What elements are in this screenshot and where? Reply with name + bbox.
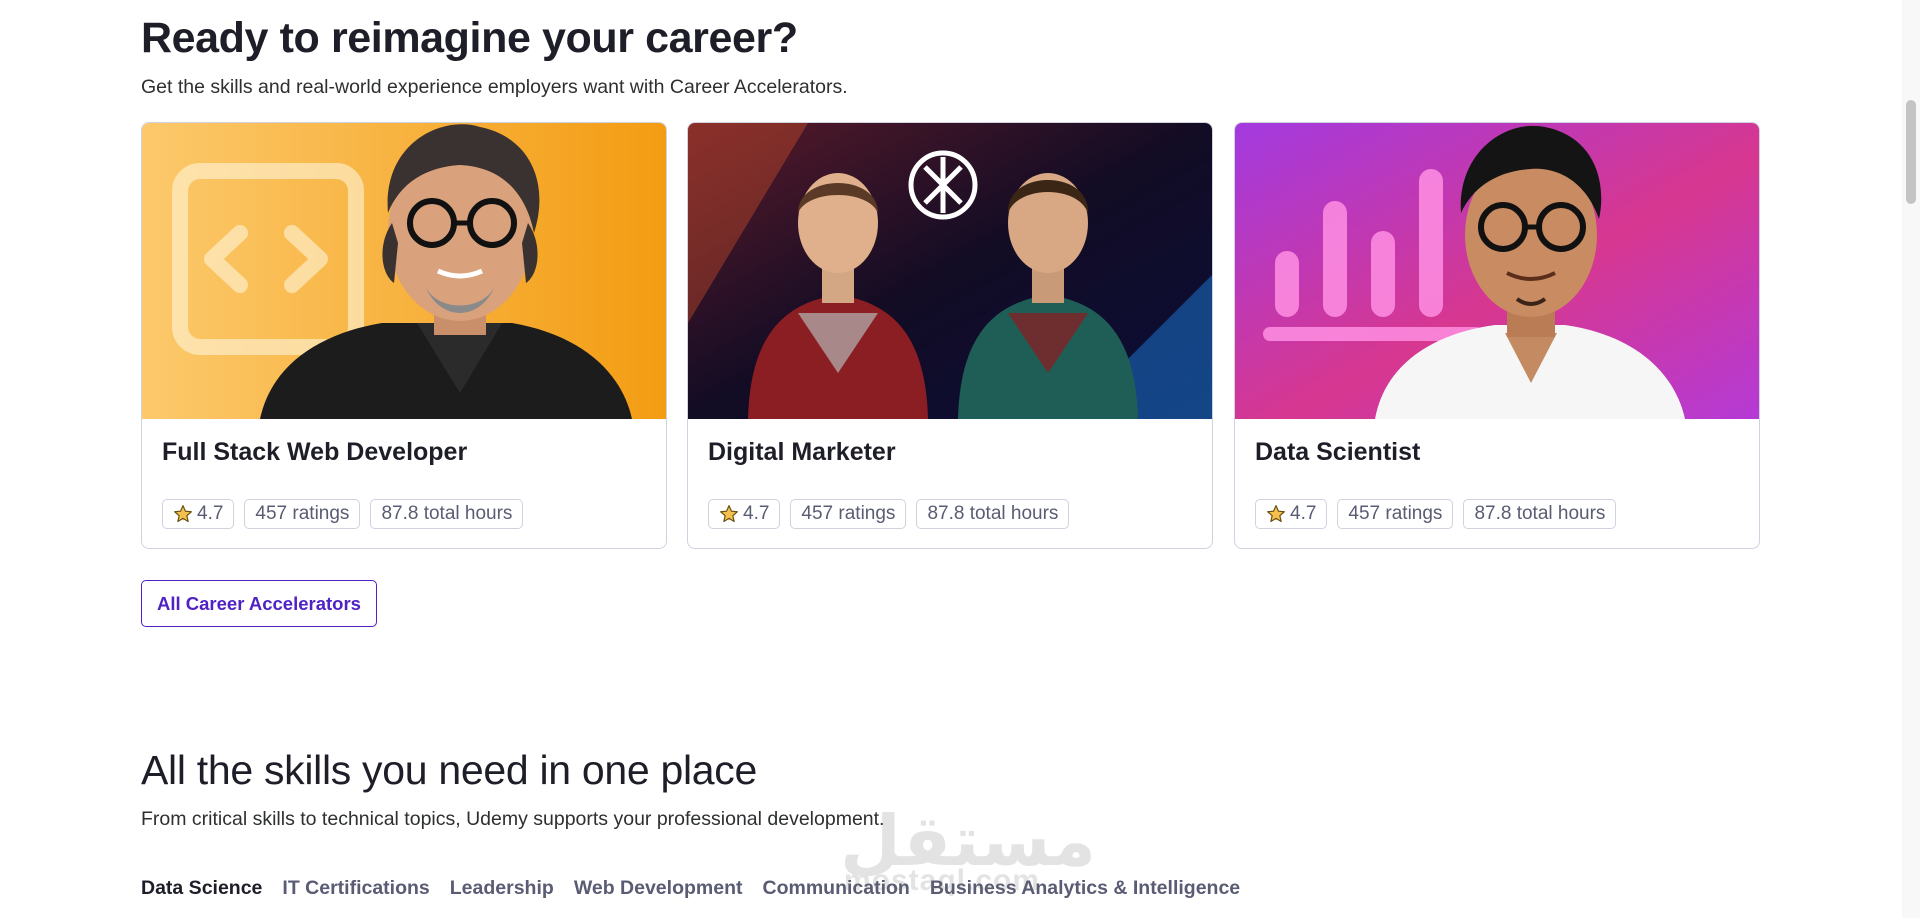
rating-badge: 4.7 — [162, 499, 235, 529]
skills-section-title: All the skills you need in one place — [141, 747, 757, 793]
total-hours-badge: 87.8 total hours — [916, 499, 1070, 529]
card-title: Full Stack Web Developer — [162, 438, 468, 466]
tab-it-certifications[interactable]: IT Certifications — [282, 877, 429, 900]
rating-value: 4.7 — [743, 503, 770, 524]
ratings-count-badge: 457 ratings — [790, 499, 907, 529]
tab-communication[interactable]: Communication — [763, 877, 910, 900]
card-title: Digital Marketer — [708, 438, 896, 466]
career-card-data-scientist[interactable]: Data Scientist 4.7 457 ratings 87.8 tota… — [1234, 122, 1760, 549]
star-icon — [174, 505, 192, 523]
tab-business-analytics[interactable]: Business Analytics & Intelligence — [930, 877, 1240, 900]
skills-section-subtitle: From critical skills to technical topics… — [141, 808, 885, 830]
career-card-full-stack[interactable]: Full Stack Web Developer 4.7 457 ratings… — [141, 122, 667, 549]
digital-marketer-image — [688, 123, 1212, 419]
rating-badge: 4.7 — [708, 499, 781, 529]
rating-badge: 4.7 — [1255, 499, 1328, 529]
tab-leadership[interactable]: Leadership — [450, 877, 554, 900]
card-thumbnail — [142, 123, 666, 419]
career-cards: Full Stack Web Developer 4.7 457 ratings… — [141, 122, 1761, 550]
career-card-digital-marketer[interactable]: Digital Marketer 4.7 457 ratings 87.8 to… — [687, 122, 1213, 549]
scrollbar-thumb[interactable] — [1906, 100, 1916, 204]
card-thumbnail — [1235, 123, 1759, 419]
card-badges: 4.7 457 ratings 87.8 total hours — [708, 499, 1070, 529]
data-scientist-image — [1235, 123, 1759, 419]
web-developer-image — [142, 123, 666, 419]
card-title: Data Scientist — [1255, 438, 1421, 466]
page-scrollbar[interactable] — [1902, 0, 1920, 918]
total-hours-badge: 87.8 total hours — [1463, 499, 1617, 529]
tab-data-science[interactable]: Data Science — [141, 877, 262, 900]
rating-value: 4.7 — [197, 503, 224, 524]
star-icon — [1267, 505, 1285, 523]
all-career-accelerators-button[interactable]: All Career Accelerators — [141, 580, 377, 627]
ratings-count-badge: 457 ratings — [244, 499, 361, 529]
star-icon — [720, 505, 738, 523]
card-badges: 4.7 457 ratings 87.8 total hours — [162, 499, 524, 529]
card-badges: 4.7 457 ratings 87.8 total hours — [1255, 499, 1617, 529]
ratings-count-badge: 457 ratings — [1337, 499, 1454, 529]
tab-web-development[interactable]: Web Development — [574, 877, 743, 900]
skills-tabs: Data Science IT Certifications Leadershi… — [141, 877, 1240, 900]
career-section-subtitle: Get the skills and real-world experience… — [141, 76, 848, 98]
rating-value: 4.7 — [1290, 503, 1317, 524]
card-thumbnail — [688, 123, 1212, 419]
total-hours-badge: 87.8 total hours — [370, 499, 524, 529]
career-section-title: Ready to reimagine your career? — [141, 14, 798, 62]
